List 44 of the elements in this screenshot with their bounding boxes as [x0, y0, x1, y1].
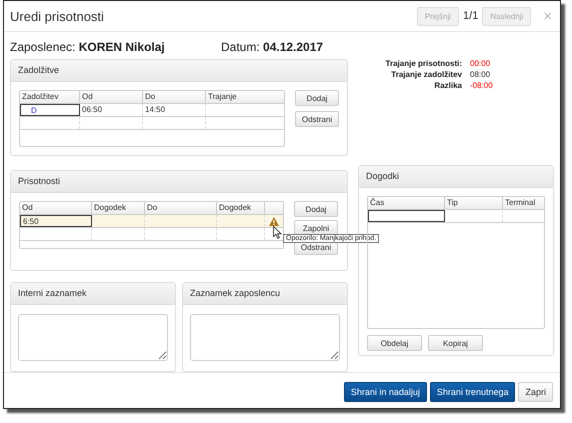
- employee-label: Zaposlenec: KOREN Nikolaj: [10, 40, 166, 54]
- panel-title: Dogodki: [359, 166, 553, 188]
- column-header[interactable]: Tip: [445, 197, 503, 209]
- table-cell[interactable]: D: [20, 104, 80, 116]
- summary-value: 00:00: [470, 59, 492, 68]
- column-header[interactable]: Od: [20, 202, 92, 214]
- summary-label: Razlika: [433, 81, 462, 90]
- table-button[interactable]: Odstrani: [295, 111, 339, 127]
- table-button[interactable]: Dodaj: [294, 201, 338, 217]
- panel-title: Prisotnosti: [11, 171, 347, 193]
- table-cell[interactable]: [368, 210, 445, 222]
- table-row[interactable]: 6:50: [20, 215, 283, 228]
- table-button[interactable]: Dodaj: [295, 90, 339, 106]
- events-button[interactable]: Obdelaj: [367, 335, 422, 351]
- column-header[interactable]: Do: [143, 91, 206, 103]
- panel-title: Interni zaznamek: [11, 283, 175, 305]
- warning-icon: [269, 216, 279, 226]
- column-header[interactable]: Zadolžitev: [20, 91, 80, 103]
- column-header[interactable]: Terminal: [503, 197, 544, 209]
- summary-value: 08:00: [470, 70, 492, 79]
- mouse-pointer-icon: [273, 226, 282, 239]
- table-cell[interactable]: 06:50: [80, 104, 143, 116]
- column-header[interactable]: Od: [80, 91, 143, 103]
- events-button[interactable]: Kopiraj: [428, 335, 483, 351]
- panel-title: Zaznamek zaposlencu: [183, 283, 347, 305]
- summary-label: Trajanje prisotnosti:: [384, 59, 462, 68]
- note-field[interactable]: [190, 314, 340, 361]
- table-cell[interactable]: 14:50: [143, 104, 206, 116]
- column-header[interactable]: Čas: [368, 197, 445, 209]
- footer-button[interactable]: Shrani in nadaljuj: [344, 382, 427, 402]
- summary-label: Trajanje zadolžitev: [390, 70, 462, 79]
- column-header[interactable]: Trajanje: [206, 91, 284, 103]
- table-cell[interactable]: 6:50: [20, 215, 92, 227]
- column-header[interactable]: Dogodek: [217, 202, 265, 214]
- column-header[interactable]: Dogodek: [92, 202, 145, 214]
- page-indicator: 1/1: [463, 10, 478, 22]
- summary-value: -08:00: [470, 81, 494, 90]
- column-header[interactable]: Do: [145, 202, 217, 214]
- dialog-title: Uredi prisotnosti: [10, 8, 104, 24]
- footer-button[interactable]: Zapri: [518, 382, 553, 402]
- note-field[interactable]: [18, 314, 168, 361]
- date-label: Datum: 04.12.2017: [221, 40, 324, 54]
- panel-title: Zadolžitve: [11, 60, 347, 82]
- footer-button[interactable]: Shrani trenutnega: [430, 382, 516, 402]
